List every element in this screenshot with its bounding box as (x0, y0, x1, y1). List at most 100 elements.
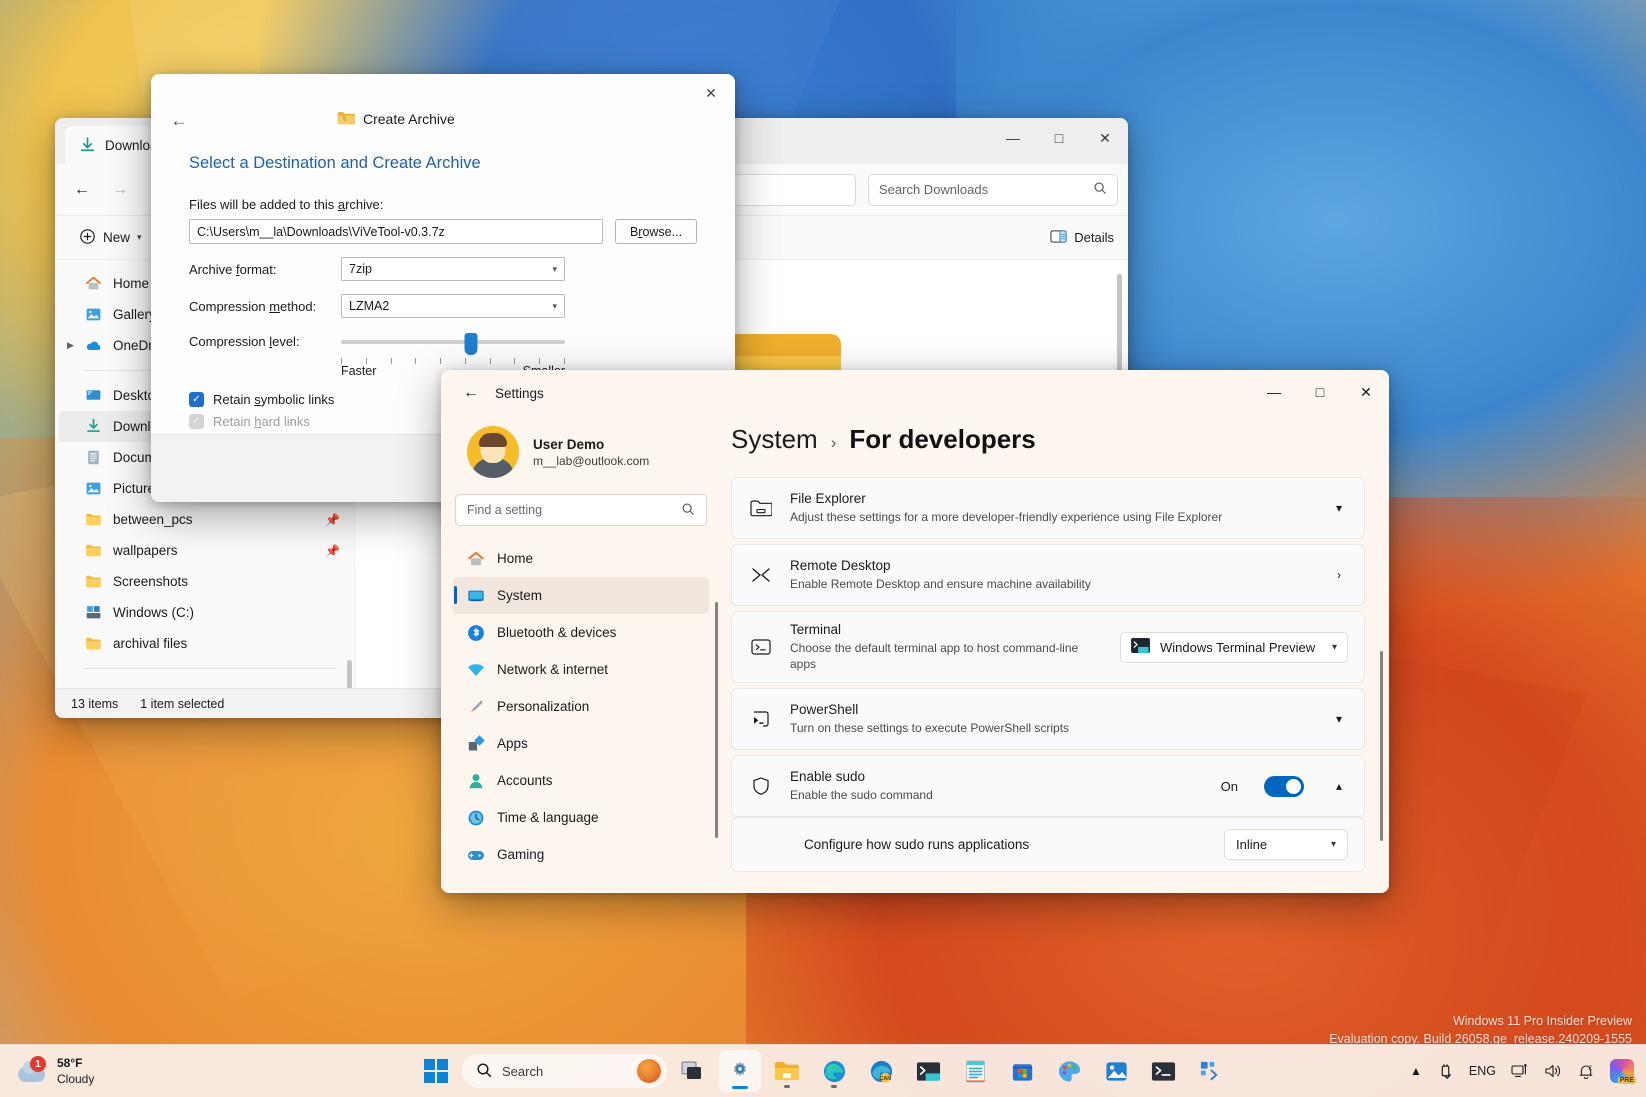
search-icon (476, 1062, 492, 1081)
settings-nav-bluetooth[interactable]: Bluetooth & devices (453, 614, 709, 651)
settings-nav-home[interactable]: Home (453, 540, 709, 577)
settings-search-input[interactable]: Find a setting (455, 494, 707, 526)
minimize-icon[interactable]: — (1251, 370, 1297, 414)
setting-card-powershell[interactable]: PowerShell Turn on these settings to exe… (731, 688, 1365, 750)
sidebar-item-between-pcs[interactable]: between_pcs 📌 (55, 504, 354, 535)
hard-label-post: ard links (261, 414, 309, 429)
arrow-right-icon[interactable]: → (103, 173, 137, 207)
slider-thumb[interactable] (464, 333, 477, 355)
settings-nav-time-language[interactable]: Time & language (453, 799, 709, 836)
enable-sudo-toggle[interactable] (1264, 776, 1304, 797)
settings-nav-label: Home (497, 551, 533, 566)
pin-icon[interactable]: 📌 (325, 544, 340, 558)
archive-path-input[interactable]: C:\Users\m__la\Downloads\ViVeTool-v0.3.7… (189, 219, 603, 244)
task-view-icon[interactable] (672, 1050, 714, 1092)
photos-icon[interactable] (1095, 1050, 1137, 1092)
arrow-left-icon[interactable]: ← (164, 106, 194, 136)
page-title: For developers (849, 424, 1035, 455)
system-icon (467, 587, 484, 604)
sidebar-item-windows-c[interactable]: Windows (C:) (55, 597, 354, 628)
shield-icon (748, 776, 774, 796)
archive-header: ← Create Archive ✕ (151, 74, 735, 140)
chevron-down-icon[interactable]: ▾ (1330, 501, 1348, 515)
setting-card-enable-sudo[interactable]: Enable sudo Enable the sudo command On ▴ (731, 755, 1365, 817)
volume-icon[interactable] (1544, 1063, 1562, 1079)
breadcrumb-parent[interactable]: System (731, 424, 818, 455)
taskbar-center-group: Search CAN (415, 1050, 1231, 1092)
settings-nav-accounts[interactable]: Accounts (453, 762, 709, 799)
arrow-left-icon[interactable]: ← (455, 377, 487, 409)
network-icon[interactable] (1511, 1063, 1529, 1079)
settings-nav-apps[interactable]: Apps (453, 725, 709, 762)
paint-icon[interactable] (1048, 1050, 1090, 1092)
archive-method-select[interactable]: LZMA2 ▾ (341, 294, 565, 318)
archive-format-select[interactable]: 7zip ▾ (341, 257, 565, 281)
sidebar-item-screenshots[interactable]: Screenshots (55, 566, 354, 597)
sudo-configure-dropdown[interactable]: Inline ▾ (1224, 829, 1348, 860)
details-button[interactable]: Details (1050, 229, 1114, 247)
tray-language[interactable]: ENG (1469, 1064, 1496, 1078)
apps-icon (467, 735, 484, 752)
edge-canary-icon[interactable]: CAN (860, 1050, 902, 1092)
new-button[interactable]: New ▾ (67, 222, 154, 254)
settings-window[interactable]: ← Settings — □ ✕ User Demo m__lab@outloo… (441, 370, 1389, 893)
sidebar-item-label: Gallery (113, 307, 156, 322)
settings-nav-gaming[interactable]: Gaming (453, 836, 709, 873)
compression-level-slider[interactable] (341, 332, 565, 366)
settings-nav-label: Gaming (497, 847, 544, 862)
settings-icon[interactable] (719, 1050, 761, 1092)
retain-hard-links-label: Retain hard links (213, 414, 310, 429)
terminal-icon[interactable] (907, 1050, 949, 1092)
setting-card-file-explorer[interactable]: File Explorer Adjust these settings for … (731, 477, 1365, 539)
file-explorer-icon[interactable] (766, 1050, 808, 1092)
settings-nav-network[interactable]: Network & internet (453, 651, 709, 688)
close-icon[interactable]: ✕ (693, 78, 729, 108)
minimize-icon[interactable]: — (990, 118, 1036, 158)
details-button-label: Details (1074, 230, 1114, 245)
maximize-icon[interactable]: □ (1036, 118, 1082, 158)
microsoft-store-icon[interactable] (1001, 1050, 1043, 1092)
terminal-dropdown-value: Windows Terminal Preview (1160, 640, 1315, 655)
settings-nav-scrollbar[interactable] (715, 602, 718, 838)
copilot-icon[interactable]: PRE (1610, 1059, 1634, 1083)
chevron-right-icon[interactable]: ▶ (67, 340, 74, 351)
windows-start-icon[interactable] (415, 1050, 457, 1092)
taskbar-weather-widget[interactable]: 1 58°F Cloudy (18, 1055, 94, 1087)
taskbar-search-box[interactable]: Search (462, 1054, 667, 1088)
sidebar-item-archival-files[interactable]: archival files (55, 628, 354, 659)
chevron-right-icon[interactable]: › (1330, 568, 1348, 582)
dev-home-icon[interactable] (1189, 1050, 1231, 1092)
explorer-search-box[interactable]: Search Downloads (868, 174, 1118, 206)
settings-nav-personalization[interactable]: Personalization (453, 688, 709, 725)
level-label-pre: Compression (189, 334, 269, 349)
archive-level-label: Compression level: (189, 332, 341, 349)
sidebar-item-wallpapers[interactable]: wallpapers 📌 (55, 535, 354, 566)
symbolic-label-pre: Retain (213, 392, 254, 407)
setting-card-terminal[interactable]: Terminal Choose the default terminal app… (731, 611, 1365, 683)
chevron-up-icon[interactable]: ▲ (1410, 1064, 1422, 1078)
breadcrumb: System › For developers (731, 416, 1365, 477)
terminal-default-app-dropdown[interactable]: Windows Terminal Preview ▾ (1120, 632, 1348, 663)
folder-icon (85, 542, 102, 559)
close-icon[interactable]: ✕ (1343, 370, 1389, 414)
microsoft-edge-icon[interactable] (813, 1050, 855, 1092)
settings-window-title: Settings (495, 386, 544, 401)
archive-heading: Select a Destination and Create Archive (189, 154, 697, 173)
browse-button[interactable]: Browse... (615, 219, 697, 244)
windows-terminal-icon[interactable] (1142, 1050, 1184, 1092)
settings-content-scrollbar[interactable] (1380, 651, 1383, 841)
close-icon[interactable]: ✕ (1082, 118, 1128, 158)
pin-icon[interactable]: 📌 (325, 513, 340, 527)
notepad-icon[interactable] (954, 1050, 996, 1092)
usb-safely-remove-icon[interactable] (1437, 1063, 1454, 1080)
user-account-block[interactable]: User Demo m__lab@outlook.com (453, 416, 709, 494)
chevron-down-icon: ▾ (1331, 839, 1336, 850)
setting-card-remote-desktop[interactable]: Remote Desktop Enable Remote Desktop and… (731, 544, 1365, 606)
settings-nav-system[interactable]: System (453, 577, 709, 614)
chevron-down-icon[interactable]: ▾ (1330, 712, 1348, 726)
user-email: m__lab@outlook.com (533, 454, 649, 468)
chevron-up-icon[interactable]: ▴ (1330, 779, 1348, 793)
notifications-silent-icon[interactable]: Z (1577, 1063, 1595, 1080)
arrow-left-icon[interactable]: ← (65, 173, 99, 207)
maximize-icon[interactable]: □ (1297, 370, 1343, 414)
